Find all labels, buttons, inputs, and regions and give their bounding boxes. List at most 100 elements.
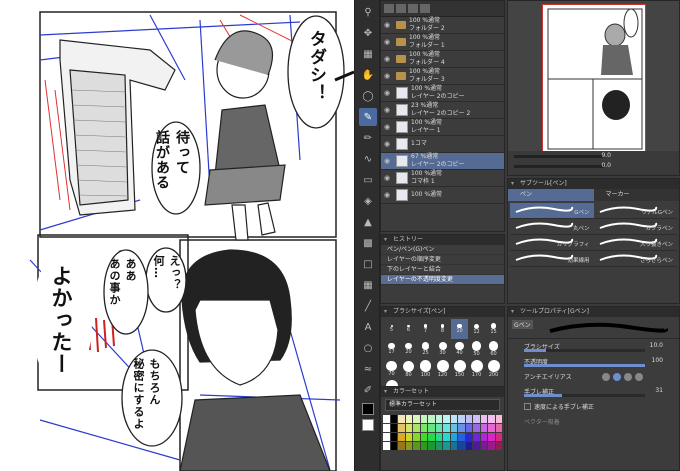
color-swatch[interactable] (488, 433, 495, 441)
color-swatch[interactable] (413, 424, 420, 432)
brush-size-option[interactable]: 25 (417, 339, 434, 359)
color-swatch[interactable] (450, 415, 457, 423)
color-swatch[interactable] (428, 442, 435, 450)
subtool-item[interactable]: リアルGペン (593, 203, 677, 219)
color-swatch[interactable] (383, 442, 390, 450)
color-swatch[interactable] (458, 433, 465, 441)
color-swatch[interactable] (488, 415, 495, 423)
speed-stabilize-checkbox[interactable] (524, 403, 531, 410)
eye-icon[interactable]: ◉ (381, 89, 393, 97)
sub-color-swatch[interactable] (362, 419, 374, 431)
color-swatch[interactable] (398, 442, 405, 450)
brush-size-option[interactable]: 150 (451, 359, 468, 379)
color-swatch[interactable] (443, 415, 450, 423)
color-swatch[interactable] (458, 415, 465, 423)
eye-icon[interactable]: ◉ (381, 72, 393, 80)
eyedropper-icon[interactable]: ✐ (359, 381, 377, 399)
brush-size-option[interactable]: 20 (400, 339, 417, 359)
brush-size-option[interactable]: 60 (485, 339, 502, 359)
color-swatch[interactable] (495, 415, 502, 423)
subtool-item[interactable]: 効果線用 (510, 251, 594, 267)
color-swatch[interactable] (450, 433, 457, 441)
brush-size-option[interactable]: 170 (468, 359, 485, 379)
color-swatch[interactable] (420, 424, 427, 432)
color-swatch[interactable] (473, 415, 480, 423)
opacity-slider[interactable] (524, 364, 645, 367)
color-swatch[interactable] (420, 433, 427, 441)
brush-size-slider[interactable] (524, 349, 645, 352)
brush-size-option[interactable]: 40 (451, 339, 468, 359)
color-set-select[interactable]: 標準カラーセット (385, 399, 500, 411)
color-swatch[interactable] (413, 442, 420, 450)
ruler-icon[interactable]: ╱ (359, 297, 377, 315)
color-swatch[interactable] (413, 433, 420, 441)
figure-icon[interactable]: □ (359, 255, 377, 273)
antialias-options[interactable] (602, 372, 643, 381)
color-swatch[interactable] (390, 433, 397, 441)
layer-row[interactable]: ◉ 100 %通常 レイヤー 1 (381, 119, 504, 136)
history-item[interactable]: レイヤーの順序変更 (381, 255, 504, 265)
history-item[interactable]: ペン/ペン(G)ペン (381, 245, 504, 255)
eye-icon[interactable]: ◉ (381, 38, 393, 46)
color-swatch[interactable] (428, 433, 435, 441)
zoom-slider[interactable] (514, 155, 604, 158)
brush-size-option[interactable]: 120 (434, 359, 451, 379)
color-swatch[interactable] (435, 433, 442, 441)
brush-size-row[interactable]: ブラシサイズ 10.0 (508, 339, 679, 354)
opacity-row[interactable]: 不透明度 100 (508, 354, 679, 369)
color-swatch[interactable] (465, 442, 472, 450)
brush-size-option[interactable]: 7 (417, 319, 434, 339)
brush-size-option[interactable]: 30 (434, 339, 451, 359)
color-swatch[interactable] (405, 424, 412, 432)
color-swatch[interactable] (443, 424, 450, 432)
layer-row[interactable]: ◉ 100 %通常 レイヤー 2のコピー (381, 85, 504, 102)
color-swatch[interactable] (495, 433, 502, 441)
color-swatch[interactable] (465, 424, 472, 432)
brush-size-option[interactable]: 8 (434, 319, 451, 339)
fill-icon[interactable]: ▲ (359, 213, 377, 231)
layer-row[interactable]: ◉ 100 %通常 フォルダー 3 (381, 68, 504, 85)
eye-icon[interactable]: ◉ (381, 21, 393, 29)
color-swatch[interactable] (428, 424, 435, 432)
color-swatch[interactable] (398, 433, 405, 441)
color-swatch[interactable] (473, 424, 480, 432)
color-swatch[interactable] (398, 424, 405, 432)
color-swatch[interactable] (383, 424, 390, 432)
eye-icon[interactable]: ◉ (381, 123, 393, 131)
layer-row[interactable]: ◉ 100 %通常 コマ枠 1 (381, 170, 504, 187)
subtool-item[interactable]: 丸ペン (510, 219, 594, 235)
color-swatch[interactable] (420, 442, 427, 450)
color-palette[interactable] (381, 413, 504, 452)
brush-size-option[interactable]: 5 (383, 319, 400, 339)
color-swatch[interactable] (473, 442, 480, 450)
brush-size-option[interactable]: 50 (468, 339, 485, 359)
color-swatch[interactable] (405, 433, 412, 441)
layer-row[interactable]: ◉ 100 %通常 フォルダー 1 (381, 34, 504, 51)
pen-icon[interactable]: ✎ (359, 108, 377, 126)
eye-icon[interactable]: ◉ (381, 157, 393, 165)
color-swatch[interactable] (428, 415, 435, 423)
color-swatch[interactable] (495, 442, 502, 450)
color-swatch[interactable] (390, 415, 397, 423)
brush-size-option[interactable]: 10 (451, 319, 468, 339)
subtool-item[interactable]: カブラペン (593, 219, 677, 235)
color-swatch[interactable] (458, 424, 465, 432)
color-swatch[interactable] (480, 424, 487, 432)
color-swatch[interactable] (480, 415, 487, 423)
pencil-icon[interactable]: ✏ (359, 129, 377, 147)
layer-row[interactable]: ◉ 67 %通常 レイヤー 2のコピー (381, 153, 504, 170)
brush-size-option[interactable]: 12 (468, 319, 485, 339)
color-swatch[interactable] (390, 424, 397, 432)
brush-icon[interactable]: ∿ (359, 150, 377, 168)
color-swatch[interactable] (465, 415, 472, 423)
stabilize-row[interactable]: 手ブレ補正 31 (508, 384, 679, 399)
color-swatch[interactable] (443, 433, 450, 441)
color-swatch[interactable] (458, 442, 465, 450)
lasso-icon[interactable]: ◯ (359, 87, 377, 105)
layer-row[interactable]: ◉ 100 %通常 フォルダー 2 (381, 17, 504, 34)
color-swatch[interactable] (435, 442, 442, 450)
text-icon[interactable]: A (359, 318, 377, 336)
frame-icon[interactable]: ▦ (359, 276, 377, 294)
eye-icon[interactable]: ◉ (381, 140, 393, 148)
color-swatch[interactable] (443, 442, 450, 450)
